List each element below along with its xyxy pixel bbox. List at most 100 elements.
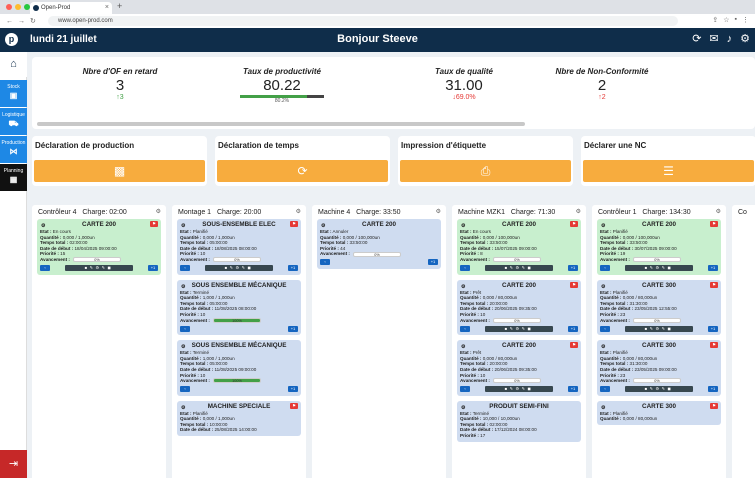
decrease-button[interactable]: ‹	[180, 386, 190, 393]
column-settings-icon[interactable]: ⚙	[716, 208, 721, 215]
alert-button[interactable]: ⚑	[710, 221, 718, 227]
browser-tab[interactable]: Open-Prod ×	[30, 2, 112, 14]
increase-button[interactable]: +1	[568, 265, 578, 272]
decrease-button[interactable]: ‹	[600, 386, 610, 393]
increase-button[interactable]: +1	[428, 259, 438, 266]
card-gear-icon[interactable]: ⚙	[601, 222, 605, 230]
work-order-card[interactable]: ⚙ MACHINE SPECIALE ⚑ Etat : Planifié Quant…	[177, 400, 301, 437]
card-gear-icon[interactable]: ⚙	[181, 222, 185, 230]
new-tab-icon[interactable]: +	[117, 1, 122, 11]
sidebar-item-production[interactable]: Production ⋈	[0, 136, 27, 163]
gear-icon[interactable]: ⚙	[740, 33, 750, 46]
card-gear-icon[interactable]: ⚙	[601, 343, 605, 351]
card-gear-icon[interactable]: ⚙	[181, 343, 185, 351]
alert-button[interactable]: ⚑	[290, 402, 298, 409]
alert-button[interactable]: ⚑	[570, 281, 578, 288]
extension-icon[interactable]: ▪	[735, 16, 737, 24]
card-tools-bar[interactable]: ■✎⚙✎◼	[485, 386, 553, 393]
logout-button[interactable]: ⇥	[0, 450, 27, 478]
column-settings-icon[interactable]: ⚙	[296, 208, 301, 215]
card-gear-icon[interactable]: ⚙	[461, 404, 465, 412]
mail-icon[interactable]: ✉	[709, 33, 718, 46]
back-icon[interactable]: ←	[6, 18, 13, 25]
card-gear-icon[interactable]: ⚙	[321, 222, 325, 230]
work-order-card[interactable]: ⚙ CARTE 200 Etat : Annuler Quantité : 0,0…	[317, 219, 441, 269]
card-gear-icon[interactable]: ⚙	[41, 222, 45, 230]
star-icon[interactable]: ☆	[723, 16, 729, 24]
decrease-button[interactable]: ‹	[180, 265, 190, 272]
card-gear-icon[interactable]: ⚙	[461, 343, 465, 351]
alert-button[interactable]: ⚑	[150, 221, 158, 227]
decrease-button[interactable]: ‹	[320, 259, 330, 266]
decrease-button[interactable]: ‹	[40, 265, 50, 272]
decrease-button[interactable]: ‹	[460, 325, 470, 332]
increase-button[interactable]: +1	[288, 325, 298, 332]
app-logo-icon[interactable]: p	[5, 33, 18, 46]
work-order-card[interactable]: ⚙ CARTE 200 ⚑ Etat : En cours Quantité : 0…	[37, 219, 161, 275]
work-order-card[interactable]: ⚙ CARTE 300 ⚑ Etat : Planifié Quantité : 0…	[597, 400, 721, 425]
window-controls[interactable]	[6, 4, 30, 10]
declare-production-button[interactable]: ▩	[34, 160, 205, 182]
card-gear-icon[interactable]: ⚙	[461, 283, 465, 291]
url-input[interactable]: www.open-prod.com	[48, 16, 678, 26]
alert-button[interactable]: ⚑	[570, 221, 578, 227]
increase-button[interactable]: +1	[708, 265, 718, 272]
decrease-button[interactable]: ‹	[600, 265, 610, 272]
work-order-card[interactable]: ⚙ CARTE 200 ⚑ Etat : Prêt Quantité : 0,000…	[457, 340, 581, 396]
card-tools-bar[interactable]: ■✎⚙✎◼	[205, 265, 273, 272]
column-settings-icon[interactable]: ⚙	[156, 208, 161, 215]
declare-time-button[interactable]: ⟳	[217, 160, 388, 182]
kpi-scrollbar[interactable]	[37, 122, 525, 126]
forward-icon[interactable]: →	[18, 18, 25, 25]
increase-button[interactable]: +1	[568, 386, 578, 393]
card-tools-bar[interactable]: ■✎⚙✎◼	[625, 265, 693, 272]
card-tools-bar[interactable]: ■✎⚙✎◼	[625, 325, 693, 332]
work-order-card[interactable]: ⚙ CARTE 200 ⚑ Etat : En cours Quantité : 0…	[457, 219, 581, 275]
decrease-button[interactable]: ‹	[460, 265, 470, 272]
sidebar-item-planning[interactable]: Planning ▦	[0, 164, 27, 191]
share-icon[interactable]: ⇪	[712, 16, 718, 24]
close-window-button[interactable]	[6, 4, 12, 10]
work-order-card[interactable]: ⚙ SOUS ENSEMBLE MÉCANIQUE Etat : Terminé…	[177, 340, 301, 396]
card-tools-bar[interactable]: ■✎⚙✎◼	[625, 386, 693, 393]
work-order-card[interactable]: ⚙ CARTE 200 ⚑ Etat : Prêt Quantité : 0,000…	[457, 279, 581, 336]
increase-button[interactable]: +1	[288, 386, 298, 393]
decrease-button[interactable]: ‹	[600, 325, 610, 332]
sidebar-item-home[interactable]: ⌂	[0, 52, 27, 77]
work-order-card[interactable]: ⚙ CARTE 200 ⚑ Etat : Planifié Quantité : 0…	[597, 219, 721, 275]
decrease-button[interactable]: ‹	[460, 386, 470, 393]
work-order-card[interactable]: ⚙ SOUS-ENSEMBLE ELEC ⚑ Etat : Planifié Qua…	[177, 219, 301, 275]
increase-button[interactable]: +1	[568, 325, 578, 332]
menu-icon[interactable]: ⋮	[742, 16, 749, 24]
reload-icon[interactable]: ↻	[30, 17, 36, 25]
alert-button[interactable]: ⚑	[710, 402, 718, 409]
work-order-card[interactable]: ⚙ CARTE 300 ⚑ Etat : Planifié Quantité : 0…	[597, 279, 721, 336]
alert-button[interactable]: ⚑	[290, 221, 298, 227]
increase-button[interactable]: +1	[148, 265, 158, 272]
declare-nc-button[interactable]: ☰	[583, 160, 754, 182]
alert-button[interactable]: ⚑	[710, 342, 718, 349]
increase-button[interactable]: +1	[708, 325, 718, 332]
card-tools-bar[interactable]: ■✎⚙✎◼	[485, 325, 553, 332]
increase-button[interactable]: +1	[288, 265, 298, 272]
alert-button[interactable]: ⚑	[570, 342, 578, 349]
card-tools-bar[interactable]: ■✎⚙✎◼	[65, 265, 133, 272]
increase-button[interactable]: +1	[708, 386, 718, 393]
work-order-card[interactable]: ⚙ SOUS ENSEMBLE MÉCANIQUE Etat : Terminé…	[177, 279, 301, 336]
card-gear-icon[interactable]: ⚙	[181, 283, 185, 291]
card-gear-icon[interactable]: ⚙	[601, 404, 605, 412]
decrease-button[interactable]: ‹	[180, 325, 190, 332]
sidebar-item-stock[interactable]: Stock ▣	[0, 80, 27, 107]
bell-icon[interactable]: ♪	[727, 33, 733, 46]
column-settings-icon[interactable]: ⚙	[576, 208, 581, 215]
card-gear-icon[interactable]: ⚙	[601, 283, 605, 291]
work-order-card[interactable]: ⚙ CARTE 300 ⚑ Etat : Planifié Quantité : 0…	[597, 340, 721, 396]
work-order-card[interactable]: ⚙ PRODUIT SEMI-FINI Etat : Terminé Quanti…	[457, 400, 581, 442]
print-label-button[interactable]: ⎙	[400, 160, 571, 182]
column-settings-icon[interactable]: ⚙	[436, 208, 441, 215]
minimize-window-button[interactable]	[15, 4, 21, 10]
alert-button[interactable]: ⚑	[710, 281, 718, 288]
close-tab-icon[interactable]: ×	[105, 2, 109, 14]
card-gear-icon[interactable]: ⚙	[181, 404, 185, 412]
sidebar-item-logistique[interactable]: Logistique ⛟	[0, 108, 27, 135]
